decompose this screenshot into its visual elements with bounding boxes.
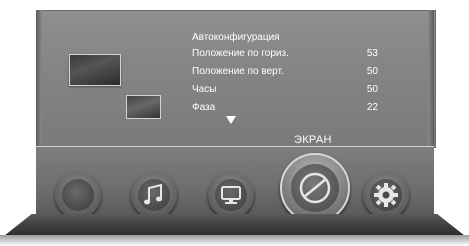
menu-item-label: Положение по верт.: [192, 66, 284, 77]
menu-item-v-position[interactable]: Положение по верт. 50: [192, 63, 384, 81]
menu-item-value: 50: [366, 84, 378, 95]
monitor-icon: [221, 186, 241, 204]
tv-osd-screen: Автоконфигурация Положение по гориз. 53 …: [0, 0, 469, 246]
music-note-icon: [144, 183, 162, 205]
base-shadow: [0, 235, 469, 246]
dock-item-settings[interactable]: [363, 172, 409, 218]
base-shelf: [4, 214, 465, 236]
panel-bevel-left: [36, 10, 42, 147]
menu-item-label: Положение по гориз.: [192, 48, 289, 59]
dock-item-screen[interactable]: [280, 153, 350, 223]
menu-item-label: Фаза: [192, 102, 216, 113]
dock-item-source[interactable]: [208, 172, 254, 218]
screen-adjust-icon: [299, 172, 331, 204]
menu-item-value: 53: [366, 48, 378, 59]
menu-item-value: 22: [366, 102, 378, 113]
menu-item-h-position[interactable]: Положение по гориз. 53: [192, 45, 384, 63]
menu-item-value: 50: [366, 66, 378, 77]
dock-item-picture[interactable]: [55, 172, 101, 218]
menu-item-autoconfig[interactable]: Автоконфигурация: [192, 30, 384, 45]
down-arrow-icon[interactable]: [226, 116, 236, 124]
panel-bevel-right: [428, 10, 434, 147]
menu-item-clock[interactable]: Часы 50: [192, 81, 384, 99]
preview-thumbnail-large: [69, 54, 121, 86]
gear-icon: [374, 183, 398, 207]
preview-thumbnail-small: [126, 95, 161, 119]
selected-section-label: ЭКРАН: [294, 134, 332, 146]
screen-settings-menu: Автоконфигурация Положение по гориз. 53 …: [192, 30, 384, 117]
dock-item-sound[interactable]: [131, 172, 177, 218]
menu-item-label: Часы: [192, 84, 217, 95]
menu-item-phase[interactable]: Фаза 22: [192, 99, 384, 117]
circle-icon: [62, 179, 94, 211]
